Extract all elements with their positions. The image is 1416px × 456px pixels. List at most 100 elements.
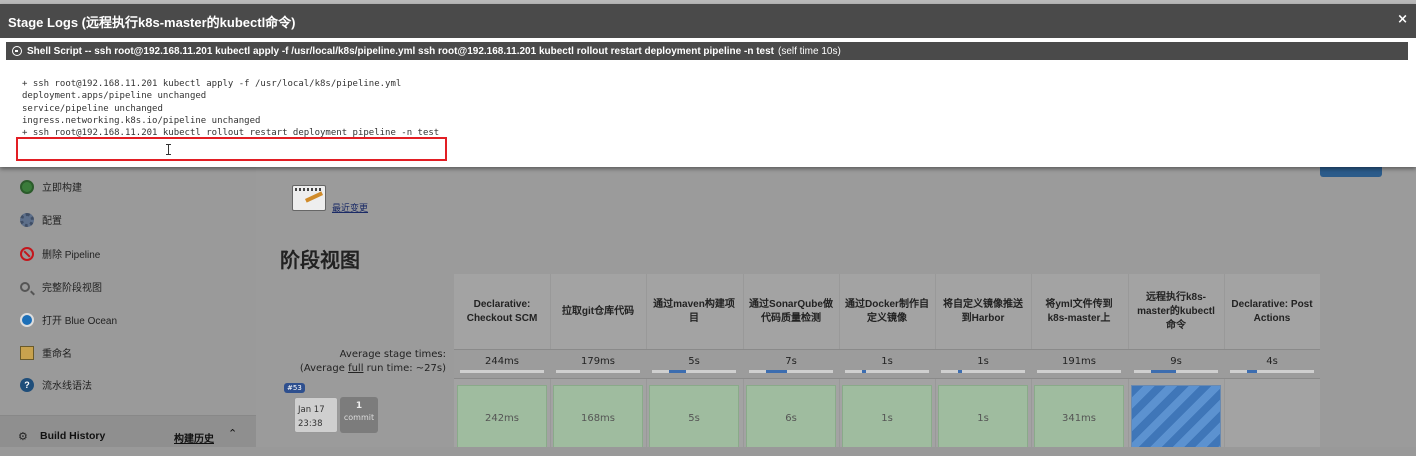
build-date: Jan 17 <box>298 405 325 415</box>
build-history-title: Build History <box>40 430 106 442</box>
stage-avg-bar <box>941 370 1025 373</box>
stage-avg-fill <box>669 370 686 373</box>
step-time: (self time 10s) <box>777 45 841 57</box>
sidebar-item-full-stage-view[interactable]: 完整阶段视图 <box>20 279 102 294</box>
stage-avg-fill <box>766 370 787 373</box>
stage-view-title: 阶段视图 <box>280 250 360 272</box>
bottom-strip <box>0 447 1416 456</box>
recent-changes-link[interactable]: 最近变更 <box>332 201 368 214</box>
blue-ocean-icon <box>20 312 34 327</box>
stage-avg-bar <box>845 370 929 373</box>
stage-header: 将yml文件传到k8s-master上 <box>1045 298 1113 324</box>
stage-avg-bar <box>556 370 640 373</box>
rename-icon <box>20 345 34 360</box>
stage-header: 拉取git仓库代码 <box>561 305 635 317</box>
stage-avg-bar <box>1230 370 1314 373</box>
text-cursor <box>166 144 171 155</box>
sidebar-item-delete-pipeline[interactable]: 删除 Pipeline <box>20 246 100 261</box>
sidebar-item-label: 立即构建 <box>42 183 82 194</box>
stage-avg-time: 1s <box>881 356 893 367</box>
stage-avg-fill <box>862 370 866 373</box>
stage-avg-fill <box>958 370 962 373</box>
console-line: deployment.apps/pipeline unchanged <box>22 91 207 102</box>
sidebar: 立即构建 配置 删除 Pipeline 完整阶段视图 打开 Blue Ocean… <box>0 167 256 456</box>
build-number-badge[interactable]: #53 <box>284 383 305 393</box>
stage-avg-time: 5s <box>688 356 700 367</box>
build-history-link[interactable]: 构建历史 <box>174 430 214 445</box>
stage-run-cell[interactable]: 168ms <box>553 385 643 451</box>
highlight-box <box>16 137 447 161</box>
avg-label-line2: (Average full run time: ~27s) <box>299 363 446 374</box>
stage-run-cell-running[interactable] <box>1131 385 1221 451</box>
main-content: 最近变更 阶段视图 Declarative: Checkout SCM 拉取git… <box>256 167 1416 456</box>
chevron-up-icon[interactable]: ⌃ <box>228 427 237 440</box>
build-run-info: #53 Jan 17 23:38 1 commit <box>284 383 378 435</box>
sidebar-item-configure[interactable]: 配置 <box>20 212 62 227</box>
stage-run-cell[interactable]: 5s <box>649 385 739 451</box>
console-output: + ssh root@192.168.11.201 kubectl apply … <box>22 78 439 139</box>
close-icon[interactable]: × <box>1397 12 1408 27</box>
stage-header: 通过Docker制作自定义镜像 <box>845 298 929 324</box>
collapse-icon[interactable] <box>12 46 22 56</box>
avg-label-line1: Average stage times: <box>339 349 446 360</box>
stage-header: 远程执行k8s-master的kubectl命令 <box>1137 291 1215 331</box>
delete-icon <box>20 246 34 261</box>
notebook-icon <box>292 185 326 211</box>
stage-avg-bar <box>652 370 736 373</box>
modal-header: Stage Logs (远程执行k8s-master的kubectl命令) <box>0 4 1416 38</box>
stage-avg-time: 191ms <box>1061 356 1097 367</box>
stage-run-cell[interactable]: 341ms <box>1034 385 1124 451</box>
modal-title: Stage Logs (远程执行k8s-master的kubectl命令) <box>8 14 296 30</box>
help-icon: ? <box>20 377 34 392</box>
step-header[interactable]: Shell Script -- ssh root@192.168.11.201 … <box>6 42 1408 60</box>
stage-header: 将自定义镜像推送到Harbor <box>943 298 1023 324</box>
build-date-card: Jan 17 23:38 <box>294 397 338 433</box>
commit-number: 1 <box>355 401 363 411</box>
stage-avg-time: 7s <box>785 356 797 367</box>
build-now-icon <box>20 179 34 194</box>
stage-run-cell[interactable]: 1s <box>938 385 1028 451</box>
commit-label: commit <box>343 413 375 422</box>
stage-avg-bar <box>749 370 833 373</box>
stage-avg-fill <box>1151 370 1176 373</box>
stage-avg-time: 1s <box>977 356 989 367</box>
gear-icon <box>20 212 34 227</box>
average-times-row: 244ms 179ms 5s 7s 1s 1s 191ms 9s 4s <box>454 349 1320 379</box>
build-time: 23:38 <box>298 419 323 429</box>
stage-header: 通过SonarQube做代码质量检测 <box>749 298 833 324</box>
stage-avg-time: 4s <box>1266 356 1278 367</box>
console-line: service/pipeline unchanged <box>22 103 163 114</box>
build-history-icon: ⚙ <box>18 430 28 443</box>
stage-run-cell[interactable]: 242ms <box>457 385 547 451</box>
stage-run-cell[interactable]: 1s <box>842 385 932 451</box>
stage-avg-time: 9s <box>1170 356 1182 367</box>
sidebar-item-label: 删除 Pipeline <box>42 250 101 261</box>
sidebar-item-blue-ocean[interactable]: 打开 Blue Ocean <box>20 312 117 327</box>
job-page: 立即构建 配置 删除 Pipeline 完整阶段视图 打开 Blue Ocean… <box>0 167 1416 456</box>
stage-run-cell[interactable]: 6s <box>746 385 836 451</box>
sidebar-item-rename[interactable]: 重命名 <box>20 345 72 360</box>
stage-avg-time: 244ms <box>484 356 520 367</box>
stage-header: Declarative: Post Actions <box>1231 298 1313 324</box>
sidebar-item-label: 流水线语法 <box>42 381 92 392</box>
stage-avg-bar <box>1134 370 1218 373</box>
stage-logs-modal: Stage Logs (远程执行k8s-master的kubectl命令) × … <box>0 4 1416 167</box>
stage-avg-fill <box>1247 370 1257 373</box>
stage-avg-time: 179ms <box>580 356 616 367</box>
search-icon <box>20 281 30 292</box>
stage-view-table: Declarative: Checkout SCM 拉取git仓库代码 通过mave… <box>454 274 1320 456</box>
stage-avg-bar <box>460 370 544 373</box>
console-line: ingress.networking.k8s.io/pipeline uncha… <box>22 115 261 126</box>
sidebar-item-pipeline-syntax[interactable]: ? 流水线语法 <box>20 377 92 392</box>
stage-header: Declarative: Checkout SCM <box>466 298 538 324</box>
step-title: Shell Script -- ssh root@192.168.11.201 … <box>27 45 774 57</box>
stage-avg-bar <box>1037 370 1121 373</box>
average-times-label: Average stage times: (Average full run t… <box>256 348 446 376</box>
sidebar-item-label: 配置 <box>42 216 62 227</box>
sidebar-item-label: 打开 Blue Ocean <box>42 316 118 327</box>
top-button[interactable] <box>1320 167 1382 177</box>
sidebar-item-label: 完整阶段视图 <box>42 283 102 294</box>
sidebar-item-build-now[interactable]: 立即构建 <box>20 179 82 194</box>
commit-count[interactable]: 1 commit <box>340 397 378 433</box>
sidebar-item-label: 重命名 <box>42 349 72 360</box>
